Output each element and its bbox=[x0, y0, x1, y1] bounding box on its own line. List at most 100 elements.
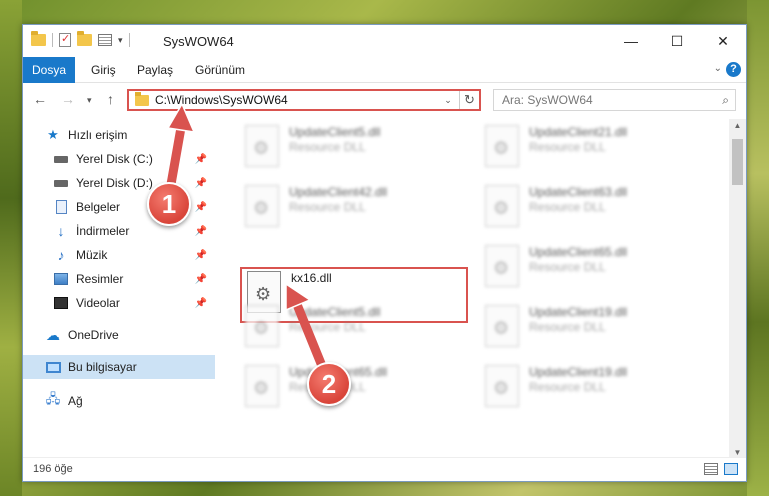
sidebar-item-local-disk-c[interactable]: Yerel Disk (C:) 📌 bbox=[23, 147, 215, 171]
network-icon: 🖧 bbox=[45, 391, 61, 406]
search-icon[interactable]: ⌕ bbox=[722, 93, 729, 108]
address-path[interactable]: C:\Windows\SysWOW64 bbox=[155, 93, 441, 107]
file-item[interactable]: UpdateClient65.dll Resource DLL bbox=[485, 245, 627, 287]
file-name: UpdateClient19.dll bbox=[529, 305, 628, 319]
file-item[interactable]: UpdateClient21.dll Resource DLL bbox=[485, 125, 627, 167]
file-type: Resource DLL bbox=[289, 200, 366, 214]
tab-share[interactable]: Paylaş bbox=[127, 57, 183, 83]
folder-icon bbox=[31, 31, 46, 46]
file-name: UpdateClient42.dll bbox=[289, 185, 388, 199]
file-type: Resource DLL bbox=[529, 320, 606, 334]
computer-icon bbox=[45, 360, 61, 374]
address-bar[interactable]: C:\Windows\SysWOW64 ⌄ ↻ bbox=[127, 89, 481, 111]
dll-file-icon bbox=[245, 305, 279, 347]
properties-icon[interactable] bbox=[59, 32, 71, 47]
dll-file-icon bbox=[245, 365, 279, 407]
vertical-scrollbar[interactable]: ▲ ▼ bbox=[729, 119, 746, 459]
navigation-bar: ← → ▾ ↑ C:\Windows\SysWOW64 ⌄ ↻ Ara: Sys… bbox=[23, 84, 746, 116]
sidebar-item-this-pc[interactable]: Bu bilgisayar bbox=[23, 355, 215, 379]
scrollbar-thumb[interactable] bbox=[732, 139, 743, 185]
music-icon: ♪ bbox=[57, 247, 65, 263]
pin-icon[interactable]: 📌 bbox=[195, 250, 207, 261]
sidebar-item-label: Resimler bbox=[76, 272, 124, 286]
ribbon-tabs: Dosya Giriş Paylaş Görünüm ⌄ ? bbox=[23, 57, 746, 83]
sidebar-item-label: Yerel Disk (D:) bbox=[76, 176, 153, 190]
file-item[interactable]: UpdateClient5.dll Resource DLL bbox=[245, 125, 380, 167]
item-count: 196 öğe bbox=[33, 463, 73, 475]
new-folder-icon[interactable] bbox=[77, 31, 92, 46]
sidebar-item-label: Ağ bbox=[68, 394, 83, 408]
large-icons-view-icon[interactable] bbox=[724, 463, 738, 475]
dll-file-icon bbox=[485, 305, 519, 347]
file-name: UpdateClient63.dll bbox=[529, 185, 628, 199]
recent-locations-button[interactable]: ▾ bbox=[87, 95, 92, 106]
sidebar-item-onedrive[interactable]: ☁ OneDrive bbox=[23, 323, 215, 347]
chevron-down-icon[interactable]: ⌄ bbox=[441, 95, 455, 106]
chevron-down-icon[interactable]: ▾ bbox=[118, 35, 123, 46]
sidebar-item-label: Belgeler bbox=[76, 200, 121, 214]
sidebar-item-label: İndirmeler bbox=[76, 224, 130, 238]
disk-icon bbox=[53, 152, 69, 166]
tab-file[interactable]: Dosya bbox=[23, 57, 75, 83]
file-explorer-window: ▾ SysWOW64 — ☐ ✕ Dosya Giriş Paylaş Görü… bbox=[22, 24, 747, 482]
search-input[interactable]: Ara: SysWOW64 ⌕ bbox=[493, 89, 736, 111]
file-type: Resource DLL bbox=[529, 200, 606, 214]
step-marker-2: 2 bbox=[307, 362, 351, 406]
sidebar-item-label: Videolar bbox=[76, 296, 120, 310]
file-item[interactable]: UpdateClient63.dll Resource DLL bbox=[485, 185, 627, 227]
pin-icon[interactable]: 📌 bbox=[195, 202, 207, 213]
expand-ribbon-icon[interactable]: ⌄ bbox=[714, 63, 722, 74]
pin-icon[interactable]: 📌 bbox=[195, 154, 207, 165]
file-item[interactable]: UpdateClient19.dll Resource DLL bbox=[485, 365, 627, 407]
pin-icon[interactable]: 📌 bbox=[195, 274, 207, 285]
title-bar: ▾ SysWOW64 — ☐ ✕ bbox=[23, 25, 746, 57]
file-type: Resource DLL bbox=[529, 140, 606, 154]
file-name: UpdateClient21.dll bbox=[529, 125, 628, 139]
pin-icon[interactable]: 📌 bbox=[195, 298, 207, 309]
desktop-wallpaper-right bbox=[747, 0, 769, 496]
pin-icon[interactable]: 📌 bbox=[195, 178, 207, 189]
sidebar-item-network[interactable]: 🖧 Ağ bbox=[23, 389, 215, 413]
file-type: Resource DLL bbox=[529, 260, 606, 274]
scroll-down-icon[interactable]: ▼ bbox=[729, 448, 746, 457]
minimize-button[interactable]: — bbox=[608, 25, 654, 57]
file-name: UpdateClient19.dll bbox=[529, 365, 628, 379]
back-button[interactable]: ← bbox=[33, 91, 47, 107]
dll-file-icon bbox=[485, 125, 519, 167]
tab-view[interactable]: Görünüm bbox=[185, 57, 255, 83]
maximize-button[interactable]: ☐ bbox=[654, 25, 700, 57]
details-view-icon[interactable] bbox=[704, 463, 718, 475]
refresh-button[interactable]: ↻ bbox=[459, 91, 479, 109]
step-marker-1: 1 bbox=[147, 182, 191, 226]
scroll-up-icon[interactable]: ▲ bbox=[729, 121, 746, 130]
file-item[interactable]: UpdateClient42.dll Resource DLL bbox=[245, 185, 387, 227]
sidebar-item-music[interactable]: ♪ Müzik 📌 bbox=[23, 243, 215, 267]
tab-home[interactable]: Giriş bbox=[81, 57, 126, 83]
sidebar-item-label: OneDrive bbox=[68, 328, 119, 342]
sidebar-item-videos[interactable]: Videolar 📌 bbox=[23, 291, 215, 315]
dll-file-icon bbox=[485, 365, 519, 407]
forward-button[interactable]: → bbox=[61, 91, 75, 107]
search-placeholder[interactable]: Ara: SysWOW64 bbox=[502, 93, 722, 107]
file-item[interactable]: UpdateClient19.dll Resource DLL bbox=[485, 305, 627, 347]
sidebar-item-label: Bu bilgisayar bbox=[68, 360, 137, 374]
toolbar-divider bbox=[52, 33, 53, 47]
file-item[interactable]: UpdateClient5.dll Resource DLL bbox=[245, 305, 380, 347]
view-icon[interactable] bbox=[98, 34, 112, 46]
file-name: UpdateClient5.dll bbox=[289, 305, 381, 319]
file-list: UpdateClient5.dll Resource DLL UpdateCli… bbox=[215, 119, 731, 459]
document-icon bbox=[53, 200, 69, 214]
sidebar-item-quick-access[interactable]: ★ Hızlı erişim bbox=[23, 123, 215, 147]
sidebar-item-pictures[interactable]: Resimler 📌 bbox=[23, 267, 215, 291]
help-icon[interactable]: ? bbox=[726, 62, 741, 77]
dll-file-icon bbox=[245, 125, 279, 167]
download-icon: ↓ bbox=[57, 223, 65, 239]
disk-icon bbox=[53, 176, 69, 190]
pin-icon[interactable]: 📌 bbox=[195, 226, 207, 237]
sidebar-item-label: Yerel Disk (C:) bbox=[76, 152, 153, 166]
up-button[interactable]: ↑ bbox=[107, 91, 114, 107]
file-name: UpdateClient65.dll bbox=[529, 245, 628, 259]
close-button[interactable]: ✕ bbox=[700, 25, 746, 57]
dll-file-icon bbox=[485, 185, 519, 227]
sidebar-item-downloads[interactable]: ↓ İndirmeler 📌 bbox=[23, 219, 215, 243]
